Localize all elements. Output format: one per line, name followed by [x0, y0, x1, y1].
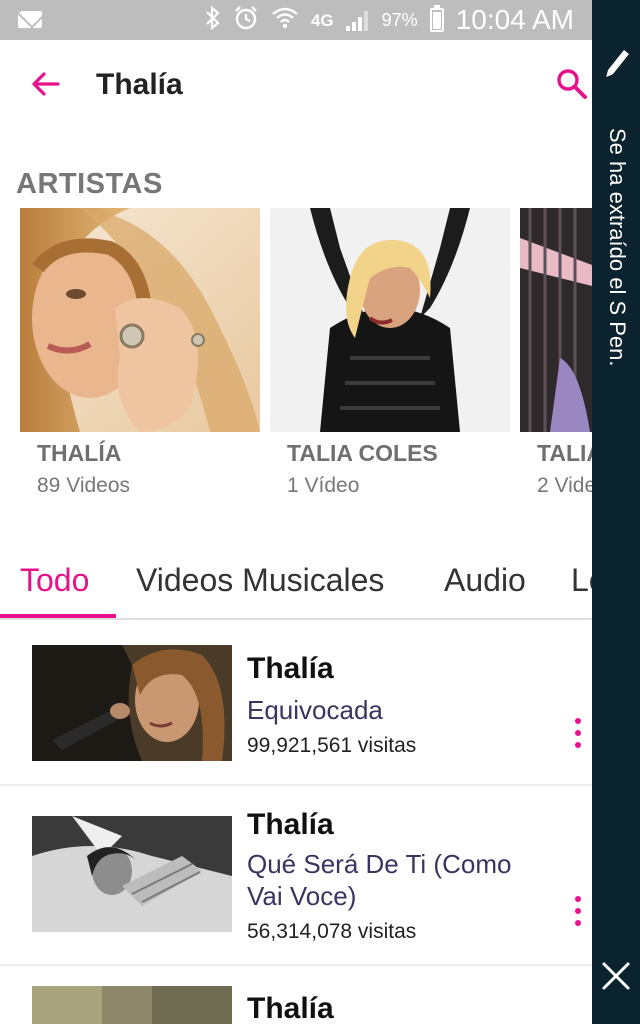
app-bar: Thalía [0, 40, 592, 130]
video-row[interactable]: Thalía Equivocada 99,921,561 visitas [0, 622, 592, 786]
battery-percent: 97% [381, 9, 418, 30]
battery-icon [429, 5, 444, 32]
artist-card[interactable]: TALIA 2 Videos [520, 208, 592, 508]
spen-side-panel: Se ha extraído el S Pen. [592, 0, 640, 1024]
wifi-icon [271, 6, 299, 35]
artist-name: TALIA [537, 440, 592, 466]
signal-icon [345, 9, 370, 31]
video-thumbnail[interactable] [32, 816, 232, 932]
video-row[interactable]: Thalía [0, 966, 592, 1024]
artist-card[interactable]: TALIA COLES 1 Vídeo [270, 208, 510, 508]
artists-carousel[interactable]: THALÍA 89 Videos TALIA COLES 1 Vídeo TAL… [20, 208, 592, 508]
video-views: 99,921,561 visitas [247, 734, 417, 757]
tab-letras[interactable]: Letras [571, 562, 592, 599]
artist-photo [270, 208, 510, 432]
tab-todo[interactable]: Todo [20, 562, 89, 599]
artist-video-count: 2 Videos [537, 474, 592, 497]
filter-tabs: Todo Videos Musicales Audio Letras [0, 548, 592, 620]
status-time: 10:04 AM [455, 4, 574, 35]
video-title: Qué Será De Ti (Como Vai Voce) [247, 849, 512, 911]
status-icons: 4G 97% 10:04 AM [205, 0, 574, 40]
close-icon[interactable] [600, 960, 632, 992]
search-icon [557, 69, 587, 99]
more-options-button[interactable] [570, 896, 586, 926]
artist-video-count: 1 Vídeo [287, 474, 360, 497]
bluetooth-icon [205, 5, 221, 36]
video-thumbnail[interactable] [32, 645, 232, 761]
back-button[interactable] [28, 66, 64, 102]
video-views: 56,314,078 visitas [247, 920, 417, 943]
artist-name: THALÍA [37, 440, 122, 466]
pen-icon [605, 50, 629, 79]
artist-card[interactable]: THALÍA 89 Videos [20, 208, 260, 508]
active-tab-indicator [0, 614, 116, 618]
arrow-left-icon [32, 72, 60, 96]
artist-photo [520, 208, 592, 432]
video-thumbnail[interactable] [32, 986, 232, 1024]
artist-name: TALIA COLES [287, 440, 438, 466]
alarm-icon [233, 5, 259, 36]
section-title-artists: ARTISTAS [16, 168, 163, 200]
status-bar: 4G 97% 10:04 AM [0, 0, 592, 40]
search-button[interactable] [554, 66, 590, 102]
video-artist: Thalía [247, 808, 334, 841]
more-options-button[interactable] [570, 718, 586, 748]
search-query[interactable]: Thalía [96, 68, 183, 102]
video-artist: Thalía [247, 652, 334, 685]
tab-audio[interactable]: Audio [444, 562, 526, 599]
spen-message: Se ha extraído el S Pen. [605, 128, 630, 367]
video-artist: Thalía [247, 992, 334, 1024]
network-type: 4G [310, 10, 334, 30]
video-title: Equivocada [247, 695, 383, 725]
artist-photo [20, 208, 260, 432]
artist-video-count: 89 Videos [37, 474, 131, 497]
video-row[interactable]: Thalía Qué Será De Ti (Como Vai Voce) 56… [0, 786, 592, 966]
mail-icon [18, 11, 42, 28]
tab-videos-musicales[interactable]: Videos Musicales [136, 562, 384, 599]
